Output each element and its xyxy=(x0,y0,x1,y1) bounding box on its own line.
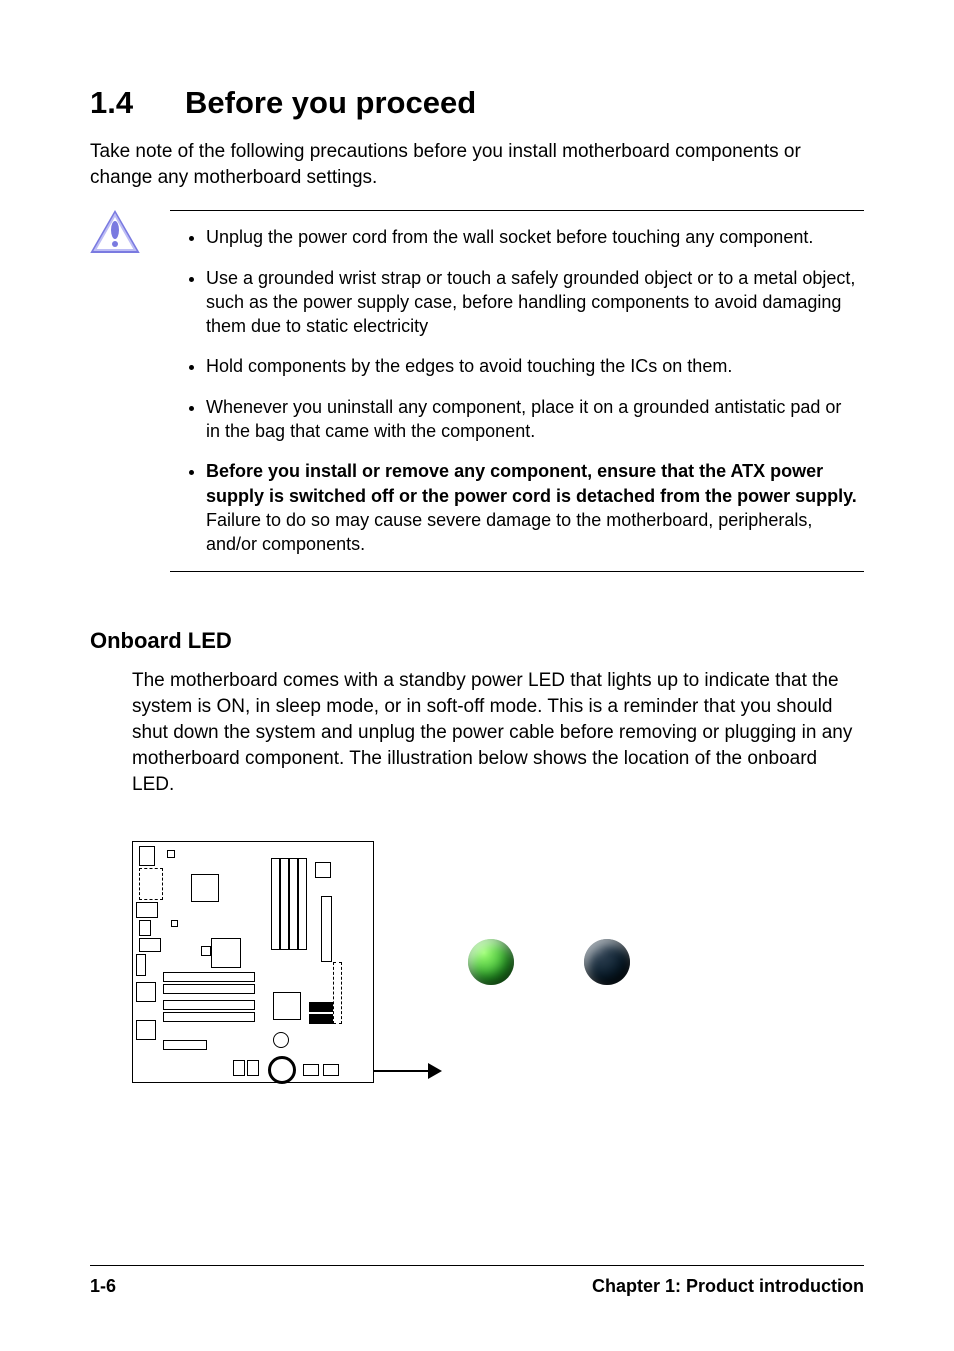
section-title: Before you proceed xyxy=(185,85,476,120)
onboard-led-body: The motherboard comes with a standby pow… xyxy=(132,668,854,799)
section-number: 1.4 xyxy=(90,85,185,121)
motherboard-outline xyxy=(132,841,374,1083)
caution-item-bold: Before you install or remove any compone… xyxy=(206,461,857,505)
caution-item-tail: Failure to do so may cause severe damage… xyxy=(206,510,812,554)
intro-paragraph: Take note of the following precautions b… xyxy=(90,139,864,190)
caution-item: Hold components by the edges to avoid to… xyxy=(206,354,864,378)
caution-item: Use a grounded wrist strap or touch a sa… xyxy=(206,266,864,339)
page: 1.4Before you proceed Take note of the f… xyxy=(0,0,954,1351)
caution-block: Unplug the power cord from the wall sock… xyxy=(90,210,864,571)
chapter-label: Chapter 1: Product introduction xyxy=(592,1276,864,1297)
onboard-led-heading: Onboard LED xyxy=(90,628,864,654)
led-off-icon xyxy=(584,939,630,985)
caution-list: Unplug the power cord from the wall sock… xyxy=(170,210,864,571)
led-on-icon xyxy=(468,939,514,985)
caution-icon xyxy=(90,210,140,259)
callout-arrow xyxy=(368,1063,442,1079)
page-footer: 1-6 Chapter 1: Product introduction xyxy=(90,1265,864,1297)
caution-item: Whenever you uninstall any component, pl… xyxy=(206,395,864,444)
page-number: 1-6 xyxy=(90,1276,116,1297)
caution-item: Before you install or remove any compone… xyxy=(206,459,864,556)
section-heading: 1.4Before you proceed xyxy=(90,85,864,121)
led-diagram xyxy=(132,841,864,1083)
caution-item: Unplug the power cord from the wall sock… xyxy=(206,225,864,249)
